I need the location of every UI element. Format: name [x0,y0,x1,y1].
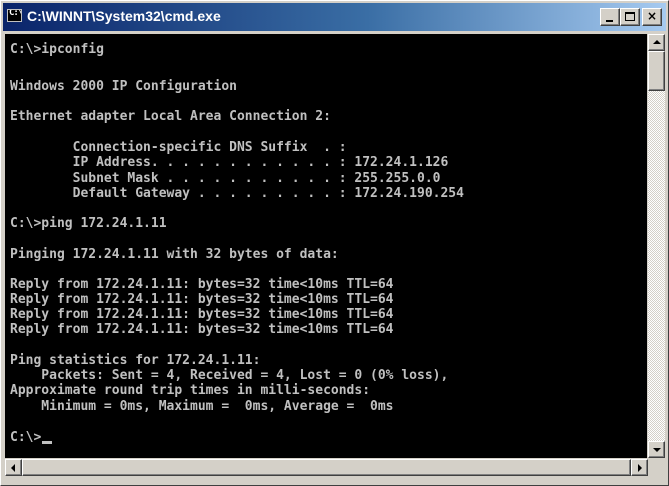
vertical-scrollbar[interactable] [648,34,665,458]
console-line: IP Address. . . . . . . . . . . . : 172.… [10,155,449,170]
console-line: Reply from 172.24.1.11: bytes=32 time<10… [10,292,394,307]
console-line: Connection-specific DNS Suffix . : [10,140,347,155]
title-bar[interactable]: C:\ C:\WINNT\System32\cmd.exe × [3,3,666,31]
close-button[interactable]: × [642,8,662,26]
minimize-button[interactable] [600,8,620,26]
console-line: Subnet Mask . . . . . . . . . . . : 255.… [10,171,441,186]
maximize-button[interactable] [620,8,640,26]
scroll-down-arrow-icon [653,448,661,452]
scroll-up-arrow-icon [653,40,661,44]
maximize-icon [625,12,635,21]
console-line: Packets: Sent = 4, Received = 4, Lost = … [10,368,449,383]
scroll-down-button[interactable] [648,441,665,458]
scroll-left-arrow-icon [11,464,15,472]
text-cursor [42,441,53,444]
resize-corner[interactable] [648,459,665,476]
scroll-right-arrow-icon [638,464,642,472]
scroll-left-button[interactable] [5,459,22,476]
console-line: Approximate round trip times in milli-se… [10,383,371,398]
close-icon: × [646,9,658,23]
scroll-right-button[interactable] [631,459,648,476]
console-prompt-line[interactable]: C:\> [10,430,53,446]
console-line: Reply from 172.24.1.11: bytes=32 time<10… [10,307,394,322]
window-title: C:\WINNT\System32\cmd.exe [27,8,221,24]
console-line: Reply from 172.24.1.11: bytes=32 time<10… [10,322,394,337]
vertical-scroll-thumb[interactable] [648,51,665,91]
console-line: Default Gateway . . . . . . . . . : 172.… [10,186,464,201]
horizontal-scroll-thumb[interactable] [22,459,631,476]
cmd-window: C:\ C:\WINNT\System32\cmd.exe × C:\>ipco… [0,0,669,486]
horizontal-scrollbar[interactable] [5,459,648,476]
console-line: Minimum = 0ms, Maximum = 0ms, Average = … [10,399,394,414]
console-line: Ethernet adapter Local Area Connection 2… [10,109,331,124]
console-output[interactable]: C:\>ipconfig Windows 2000 IP Configurati… [5,34,647,458]
console-line: Ping statistics for 172.24.1.11: [10,353,261,368]
minimize-icon [606,20,613,22]
console-line: Reply from 172.24.1.11: bytes=32 time<10… [10,277,394,292]
console-app-icon-text: C:\ [9,9,22,18]
console-app-icon[interactable]: C:\ [7,9,22,22]
console-line: C:\>ping 172.24.1.11 [10,216,167,231]
console-prompt: C:\> [10,430,42,445]
console-line: Pinging 172.24.1.11 with 32 bytes of dat… [10,247,339,262]
console-line: Windows 2000 IP Configuration [10,79,237,94]
scroll-up-button[interactable] [648,34,665,51]
console-line: C:\>ipconfig [10,42,104,57]
